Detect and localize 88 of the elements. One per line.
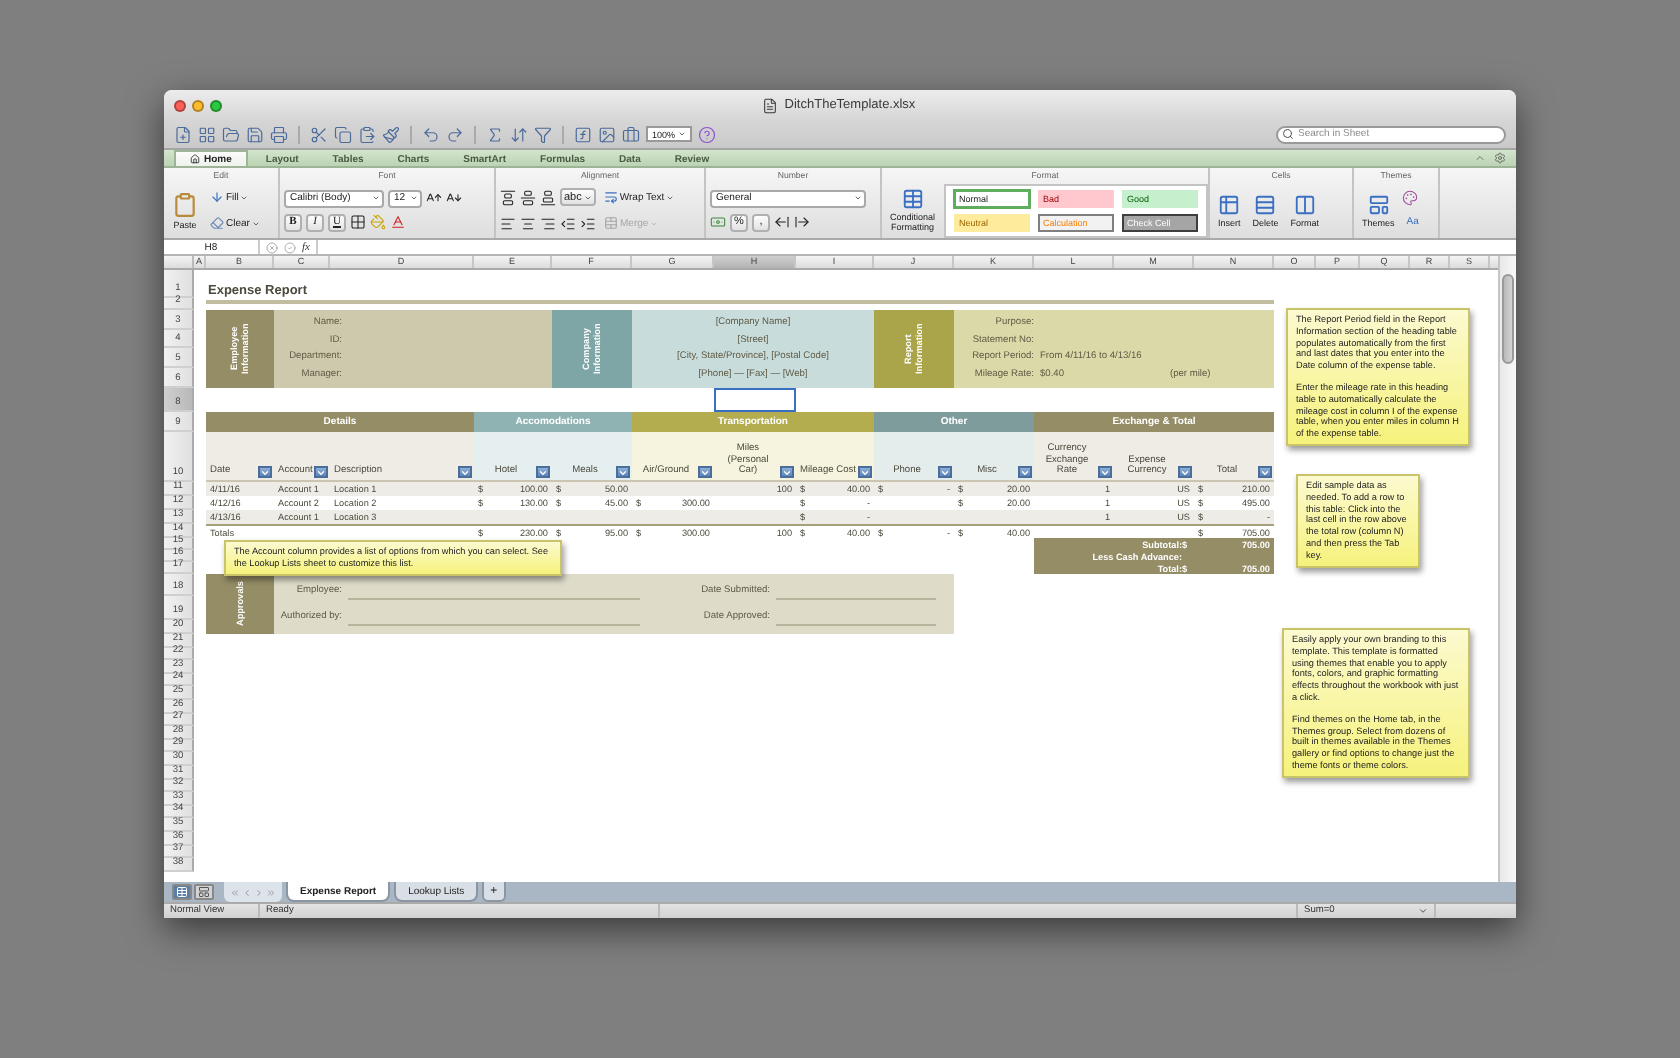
page-layout-icon xyxy=(198,886,210,898)
filter-button[interactable] xyxy=(1018,466,1032,478)
minimize-button[interactable] xyxy=(192,99,204,111)
palette-icon[interactable] xyxy=(1402,189,1419,205)
merge-cells-icon xyxy=(604,216,618,230)
zoom-button[interactable] xyxy=(210,99,222,111)
normal-view-button[interactable] xyxy=(172,884,192,900)
paste-icon[interactable] xyxy=(358,125,376,143)
caret-icon xyxy=(1020,467,1030,477)
caret-icon xyxy=(1418,906,1428,916)
fill-color-icon[interactable] xyxy=(370,214,386,230)
caret-icon xyxy=(940,467,950,477)
increase-decimal-icon[interactable] xyxy=(774,214,790,230)
briefcase-icon[interactable] xyxy=(622,125,640,143)
caret-icon xyxy=(700,467,710,477)
clipboard-icon xyxy=(172,191,198,217)
increase-indent-icon[interactable] xyxy=(580,215,596,231)
settings-icon[interactable] xyxy=(1494,152,1506,164)
caret-icon xyxy=(1260,467,1270,477)
filter-button[interactable] xyxy=(1098,466,1112,478)
paintbrush-icon[interactable] xyxy=(382,125,400,143)
table-icon xyxy=(1218,193,1241,215)
filter-button[interactable] xyxy=(698,466,712,478)
arrow-down-icon xyxy=(210,190,224,204)
folder-icon[interactable] xyxy=(222,125,240,143)
grow-font-icon[interactable] xyxy=(426,190,442,206)
table-icon xyxy=(901,188,924,210)
caret-icon xyxy=(538,467,548,477)
cancel-icon[interactable] xyxy=(266,241,278,253)
align-bottom-icon[interactable] xyxy=(540,189,556,205)
decrease-indent-icon[interactable] xyxy=(560,215,576,231)
house-icon xyxy=(190,154,200,164)
filter-button[interactable] xyxy=(616,466,630,478)
table-icon xyxy=(176,886,188,898)
wrap-text-icon xyxy=(603,190,618,204)
print-icon[interactable] xyxy=(270,125,288,143)
filter-button[interactable] xyxy=(1258,466,1272,478)
shrink-font-icon[interactable] xyxy=(446,190,462,206)
caret-icon xyxy=(782,467,792,477)
template-gallery-icon[interactable] xyxy=(198,125,216,143)
caret-icon xyxy=(316,467,327,477)
rows-icon xyxy=(1254,193,1277,215)
filter-button[interactable] xyxy=(258,466,272,478)
caret-icon xyxy=(1100,467,1110,477)
sum-icon[interactable] xyxy=(486,125,504,143)
image-icon[interactable] xyxy=(598,125,616,143)
selected-cell[interactable] xyxy=(714,388,796,412)
page-layout-button[interactable] xyxy=(194,884,214,900)
search-icon xyxy=(1282,128,1294,140)
align-top-icon[interactable] xyxy=(500,189,516,205)
redo-icon[interactable] xyxy=(446,125,464,143)
filter-button[interactable] xyxy=(780,466,794,478)
filter-button[interactable] xyxy=(1178,466,1192,478)
caret-icon xyxy=(860,467,870,477)
undo-icon[interactable] xyxy=(422,125,440,143)
help-icon[interactable] xyxy=(697,125,716,143)
layout-icon xyxy=(1367,193,1390,215)
close-button[interactable] xyxy=(174,99,186,111)
caret-icon xyxy=(460,467,470,477)
collapse-ribbon-icon[interactable] xyxy=(1474,152,1486,164)
document-icon xyxy=(762,97,779,113)
scroll-thumb[interactable] xyxy=(1502,274,1514,364)
sort-icon[interactable] xyxy=(510,125,528,143)
filter-button[interactable] xyxy=(858,466,872,478)
align-right-icon[interactable] xyxy=(540,215,556,231)
filter-button[interactable] xyxy=(314,466,329,478)
caret-icon xyxy=(618,467,628,477)
function-icon[interactable] xyxy=(574,125,592,143)
align-center-icon[interactable] xyxy=(520,215,536,231)
filter-button[interactable] xyxy=(536,466,550,478)
new-document-icon[interactable] xyxy=(174,125,192,143)
currency-icon[interactable] xyxy=(710,214,726,230)
eraser-icon xyxy=(210,216,224,230)
vertical-scrollbar[interactable] xyxy=(1498,256,1516,882)
filter-button[interactable] xyxy=(458,466,472,478)
filter-icon[interactable] xyxy=(534,125,552,143)
cut-icon[interactable] xyxy=(310,125,328,143)
copy-icon[interactable] xyxy=(334,125,352,143)
font-color-icon[interactable] xyxy=(390,214,406,230)
columns-icon xyxy=(1293,193,1316,215)
borders-icon[interactable] xyxy=(350,214,366,230)
align-left-icon[interactable] xyxy=(500,215,516,231)
caret-icon xyxy=(1180,467,1190,477)
filter-button[interactable] xyxy=(938,466,952,478)
caret-icon xyxy=(260,467,270,477)
decrease-decimal-icon[interactable] xyxy=(794,214,810,230)
align-middle-icon[interactable] xyxy=(520,189,536,205)
save-icon[interactable] xyxy=(246,125,264,143)
